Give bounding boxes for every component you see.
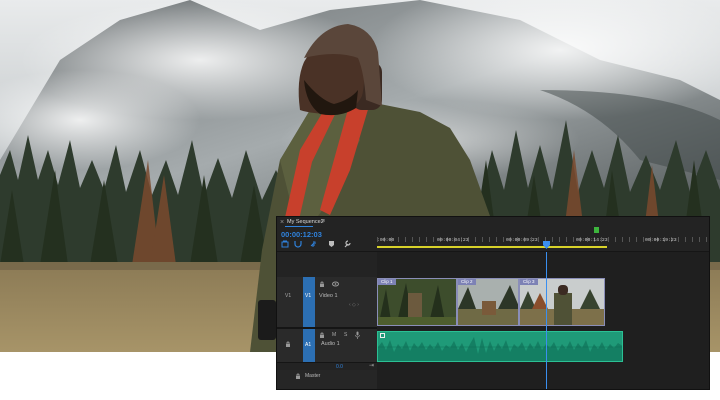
snap-icon[interactable] <box>294 240 302 248</box>
solo-button[interactable]: S <box>344 332 347 338</box>
panel-menu-icon[interactable]: ≡ <box>321 218 325 225</box>
wrench-icon[interactable] <box>343 240 351 248</box>
audio-track-name[interactable]: Audio 1 <box>321 341 340 347</box>
video-target[interactable]: V1 <box>285 293 291 299</box>
ruler-tick-label: :00:00 <box>377 238 395 243</box>
audio-clip[interactable] <box>377 331 623 362</box>
mic-icon[interactable] <box>355 331 360 339</box>
in-point-marker[interactable] <box>594 227 599 233</box>
master-track-header <box>277 370 377 389</box>
ruler-tick-label: 00:00:14:23 <box>576 238 608 243</box>
nest-icon[interactable] <box>281 240 289 248</box>
video-clip[interactable]: Clip 3 <box>519 278 605 326</box>
audio-waveform <box>378 337 622 361</box>
video-track-source-patch[interactable] <box>303 277 315 327</box>
clip-thumbnail <box>520 279 604 325</box>
lock-icon[interactable] <box>285 341 291 347</box>
lock-icon[interactable] <box>319 281 325 287</box>
timeline-panel: × My Sequence2 ≡ 00:00:12:03 :00:00 00:0… <box>276 216 710 390</box>
mute-button[interactable]: M <box>332 332 336 338</box>
video-track-name[interactable]: Video 1 <box>319 293 338 299</box>
video-track-id: V1 <box>305 293 312 299</box>
timecode-display[interactable]: 00:00:12:03 <box>281 230 322 239</box>
ruler-tick-label: 00:00:19:23 <box>645 238 677 243</box>
ruler-tick-label: 00:00:04:23 <box>437 238 469 243</box>
playhead-handle[interactable] <box>543 241 550 249</box>
marker-icon[interactable] <box>328 240 335 248</box>
eye-icon[interactable] <box>332 281 339 287</box>
jump-icon[interactable]: ⇥ <box>369 363 374 369</box>
clip-label: Clip 3 <box>520 279 538 285</box>
close-icon[interactable]: × <box>280 219 284 226</box>
tab-underline <box>285 226 313 227</box>
video-clip[interactable]: Clip 1 <box>377 278 457 326</box>
work-area-bar[interactable] <box>377 246 607 248</box>
fx-badge <box>380 333 385 338</box>
timeline-tracks[interactable]: Clip 1 Clip 2 Clip 3 <box>377 252 709 389</box>
video-clip[interactable]: Clip 2 <box>457 278 519 326</box>
master-label: Master <box>305 373 321 379</box>
clip-label: Clip 1 <box>378 279 396 285</box>
lock-icon[interactable] <box>295 373 301 379</box>
video-track-header <box>277 277 377 327</box>
keyframe-nav-icon[interactable]: ‹ ◇ › <box>349 303 359 308</box>
clip-label: Clip 2 <box>458 279 476 285</box>
audio-track-target: A1 <box>305 342 312 348</box>
clip-thumbnail <box>458 279 518 325</box>
playhead[interactable] <box>546 252 547 389</box>
ruler-tick-label: 00:00:09:23 <box>506 238 538 243</box>
link-icon[interactable] <box>310 240 318 248</box>
sequence-tab[interactable]: My Sequence2 <box>287 219 324 225</box>
lock-icon[interactable] <box>319 332 325 338</box>
clip-thumbnail <box>378 279 456 325</box>
